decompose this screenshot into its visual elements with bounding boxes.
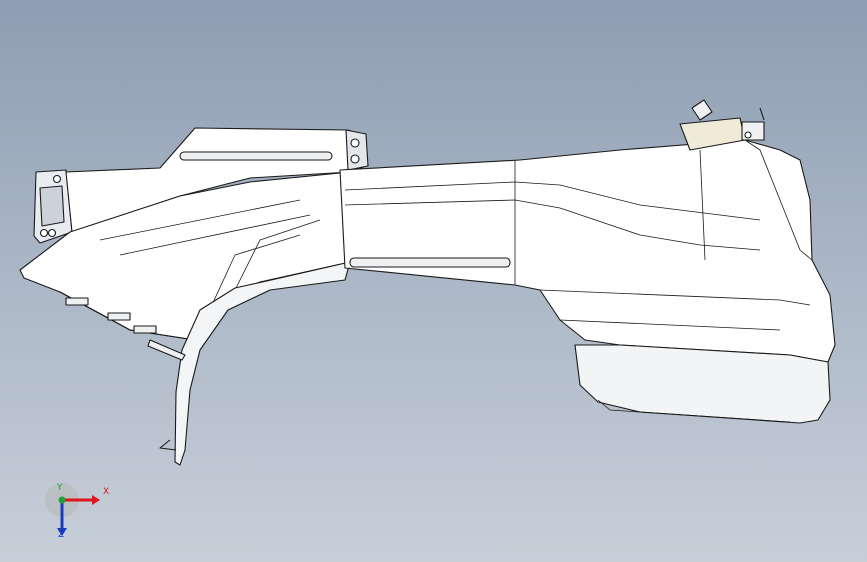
graphics-viewport[interactable]: X Y Z xyxy=(0,0,867,562)
left-mount-bracket xyxy=(33,169,73,244)
coordinate-triad: X Y Z xyxy=(40,478,120,548)
x-arrow xyxy=(92,495,100,505)
main-beam xyxy=(339,139,836,363)
fin-slot xyxy=(179,151,333,161)
x-axis-label: X xyxy=(103,487,110,497)
y-axis-label: Y xyxy=(57,483,63,493)
z-axis-label: Z xyxy=(58,530,65,540)
y-axis-dot xyxy=(58,496,66,504)
beam-slot xyxy=(349,257,511,268)
cad-model[interactable] xyxy=(0,0,867,562)
end-cap xyxy=(574,344,831,424)
